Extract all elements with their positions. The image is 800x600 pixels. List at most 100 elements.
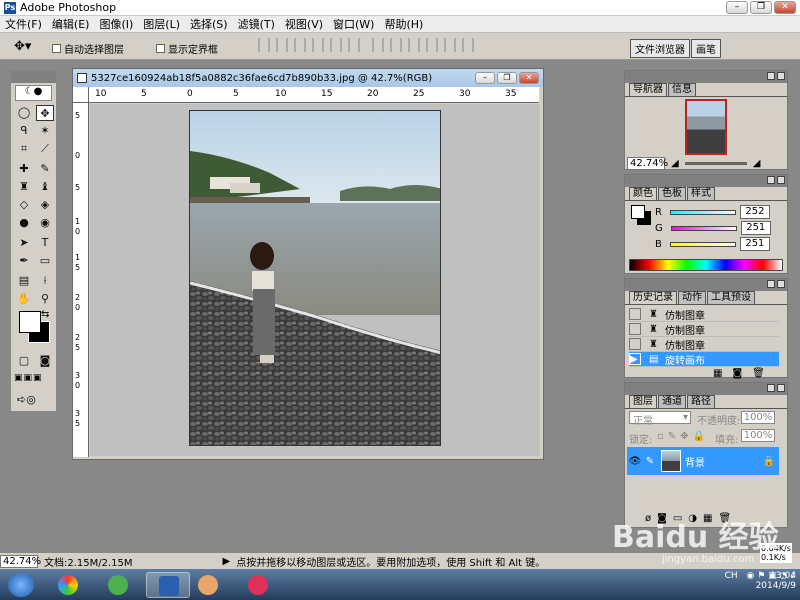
distribute-left-icon[interactable] bbox=[426, 38, 438, 52]
panel-close-icon[interactable] bbox=[777, 72, 785, 80]
show-bounds-checkbox[interactable] bbox=[156, 44, 165, 53]
tab-info[interactable]: 信息 bbox=[668, 83, 696, 96]
status-zoom[interactable]: 42.74% bbox=[0, 554, 41, 568]
blend-mode-select[interactable]: 正常 ▾ bbox=[629, 411, 691, 427]
distribute-top-icon[interactable] bbox=[372, 38, 384, 52]
slice-tool-icon[interactable]: ⟋ bbox=[36, 141, 54, 157]
panel-minimize-icon[interactable] bbox=[767, 176, 775, 184]
fill-input[interactable]: 100% bbox=[741, 429, 775, 442]
distribute-vcenter-icon[interactable] bbox=[390, 38, 402, 52]
doc-close-button[interactable]: ✕ bbox=[519, 72, 539, 84]
magic-wand-tool-icon[interactable]: ✶ bbox=[36, 123, 54, 139]
taskbar-photoshop[interactable] bbox=[146, 572, 190, 598]
paint-bucket-icon[interactable]: ◈ bbox=[36, 197, 54, 213]
zoom-out-icon[interactable]: ◢ bbox=[671, 158, 679, 169]
canvas-area[interactable] bbox=[90, 104, 540, 456]
close-button[interactable]: ✕ bbox=[774, 1, 796, 14]
panel-close-icon[interactable] bbox=[777, 280, 785, 288]
input-language[interactable]: CH bbox=[725, 571, 738, 581]
brush-tool-icon[interactable]: ✎ bbox=[36, 161, 54, 177]
panel-close-icon[interactable] bbox=[777, 384, 785, 392]
lock-icons[interactable]: ▫✎✥🔒 bbox=[657, 431, 709, 442]
document-size-info[interactable]: 文档:2.15M/2.15M bbox=[44, 554, 133, 569]
photo-canvas[interactable] bbox=[189, 110, 441, 446]
new-snapshot-icon[interactable]: ◙ bbox=[732, 368, 742, 379]
menu-edit[interactable]: 编辑(E) bbox=[47, 16, 95, 32]
trash-icon[interactable]: 🗑 bbox=[752, 368, 765, 379]
hand-tool-icon[interactable]: ✋ bbox=[15, 291, 33, 307]
align-left-icon[interactable] bbox=[312, 38, 324, 52]
menu-layer[interactable]: 图层(L) bbox=[138, 16, 185, 32]
layer-row-background[interactable]: 👁 ✎ 背景 🔒 bbox=[627, 447, 779, 475]
color-fg-swatch[interactable] bbox=[631, 205, 645, 219]
align-top-icon[interactable] bbox=[258, 38, 270, 52]
doc-maximize-button[interactable]: ❐ bbox=[497, 72, 517, 84]
auto-select-option[interactable]: 自动选择图层 bbox=[52, 41, 124, 56]
navigator-zoom-value[interactable]: 42.74% bbox=[627, 156, 668, 170]
history-brush-source-box[interactable] bbox=[629, 308, 641, 320]
dodge-tool-icon[interactable]: ◉ bbox=[36, 215, 54, 231]
path-selection-icon[interactable]: ➤ bbox=[15, 235, 33, 251]
new-document-icon[interactable]: ▦ bbox=[713, 368, 722, 379]
crop-tool-icon[interactable]: ⌗ bbox=[15, 141, 33, 157]
tab-actions[interactable]: 动作 bbox=[678, 291, 706, 304]
history-item-selected[interactable]: ▶ ▤ 旋转画布 bbox=[629, 352, 779, 367]
screen-mode-icons[interactable]: ▣▣▣ bbox=[14, 373, 54, 383]
move-tool-preset-icon[interactable]: ✥▾ bbox=[14, 39, 31, 54]
ruler-origin[interactable] bbox=[73, 87, 89, 103]
jump-to-imageready-icon[interactable]: ➪◎ bbox=[17, 393, 53, 406]
tab-navigator[interactable]: 导航器 bbox=[629, 83, 667, 96]
show-bounds-option[interactable]: 显示定界框 bbox=[156, 41, 218, 56]
align-hcenter-icon[interactable] bbox=[330, 38, 342, 52]
color-spectrum-bar[interactable] bbox=[629, 259, 783, 271]
history-item[interactable]: ♜ 仿制图章 bbox=[629, 322, 779, 337]
tab-tool-presets[interactable]: 工具预设 bbox=[707, 291, 755, 304]
tab-color[interactable]: 颜色 bbox=[629, 187, 657, 200]
distribute-right-icon[interactable] bbox=[462, 38, 474, 52]
menu-image[interactable]: 图像(I) bbox=[94, 16, 138, 32]
visibility-eye-icon[interactable]: 👁 bbox=[627, 456, 643, 467]
notes-tool-icon[interactable]: ▤ bbox=[15, 273, 33, 289]
distribute-bottom-icon[interactable] bbox=[408, 38, 420, 52]
lasso-tool-icon[interactable]: ᑫ bbox=[15, 123, 33, 139]
clock[interactable]: 13:04 2014/9/9 bbox=[754, 571, 796, 591]
opacity-input[interactable]: 100% bbox=[741, 411, 775, 424]
align-right-icon[interactable] bbox=[348, 38, 360, 52]
zoom-in-icon[interactable]: ◢ bbox=[753, 158, 761, 169]
tab-styles[interactable]: 样式 bbox=[687, 187, 715, 200]
menu-help[interactable]: 帮助(H) bbox=[379, 16, 428, 32]
marquee-tool-icon[interactable]: ◯ bbox=[15, 105, 33, 121]
navigator-thumbnail[interactable] bbox=[685, 99, 727, 155]
restore-button[interactable]: ❐ bbox=[750, 1, 772, 14]
auto-select-checkbox[interactable] bbox=[52, 44, 61, 53]
history-item[interactable]: ♜ 仿制图章 bbox=[629, 337, 779, 352]
history-brush-icon[interactable]: ♝ bbox=[36, 179, 54, 195]
tab-channels[interactable]: 通道 bbox=[658, 395, 686, 408]
panel-minimize-icon[interactable] bbox=[767, 280, 775, 288]
zoom-tool-icon[interactable]: ⚲ bbox=[36, 291, 54, 307]
eraser-tool-icon[interactable]: ◇ bbox=[15, 197, 33, 213]
tab-paths[interactable]: 路径 bbox=[687, 395, 715, 408]
standard-mode-icon[interactable]: ▢ bbox=[15, 353, 33, 369]
align-bottom-icon[interactable] bbox=[294, 38, 306, 52]
foreground-color-swatch[interactable] bbox=[19, 311, 41, 333]
green-value[interactable]: 251 bbox=[740, 221, 771, 235]
menu-file[interactable]: 文件(F) bbox=[0, 16, 47, 32]
type-tool-icon[interactable]: T bbox=[36, 235, 54, 251]
start-button-icon[interactable] bbox=[8, 573, 34, 597]
history-item[interactable]: ♜ 仿制图章 bbox=[629, 307, 779, 322]
file-browser-tab[interactable]: 文件浏览器 bbox=[630, 39, 690, 58]
swap-colors-icon[interactable]: ⇆ bbox=[41, 309, 49, 320]
menu-view[interactable]: 视图(V) bbox=[280, 16, 328, 32]
panel-minimize-icon[interactable] bbox=[767, 384, 775, 392]
eyedropper-tool-icon[interactable]: ⟊ bbox=[36, 273, 54, 289]
blue-value[interactable]: 251 bbox=[739, 237, 770, 251]
taskbar-app-2[interactable] bbox=[96, 572, 140, 598]
history-state-marker[interactable]: ▶ bbox=[629, 353, 641, 365]
align-vcenter-icon[interactable] bbox=[276, 38, 288, 52]
blue-slider[interactable] bbox=[669, 241, 736, 247]
taskbar-app-5[interactable] bbox=[236, 572, 280, 598]
doc-minimize-button[interactable]: – bbox=[475, 72, 495, 84]
shape-tool-icon[interactable]: ▭ bbox=[36, 253, 54, 269]
distribute-hcenter-icon[interactable] bbox=[444, 38, 456, 52]
